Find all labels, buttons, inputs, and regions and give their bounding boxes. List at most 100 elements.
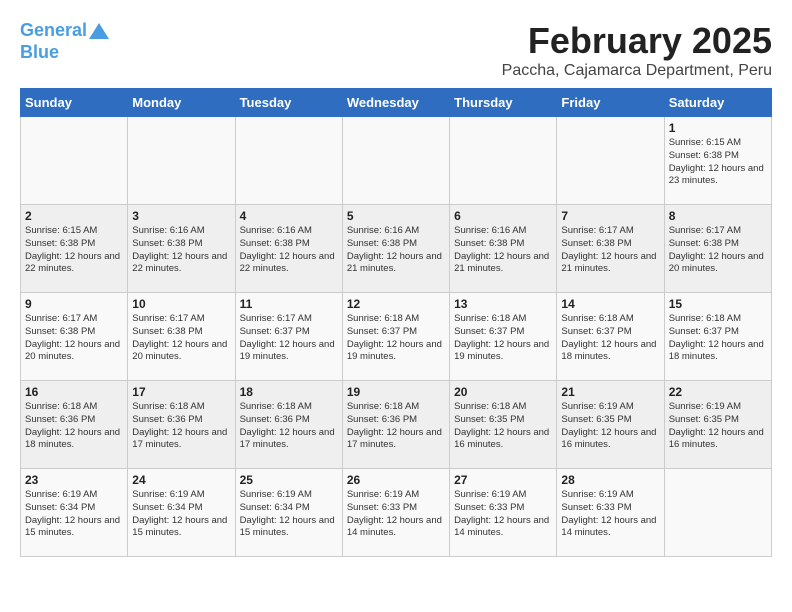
weekday-header-friday: Friday (557, 89, 664, 117)
day-number: 24 (132, 473, 230, 487)
day-info: Sunrise: 6:16 AM Sunset: 6:38 PM Dayligh… (347, 225, 445, 276)
day-info: Sunrise: 6:18 AM Sunset: 6:36 PM Dayligh… (132, 401, 230, 452)
day-info: Sunrise: 6:16 AM Sunset: 6:38 PM Dayligh… (454, 225, 552, 276)
day-number: 6 (454, 209, 552, 223)
calendar-cell: 23 Sunrise: 6:19 AM Sunset: 6:34 PM Dayli… (21, 469, 128, 557)
calendar-cell: 10Sunrise: 6:17 AM Sunset: 6:38 PM Dayli… (128, 293, 235, 381)
day-number: 1 (669, 121, 767, 135)
calendar-cell: 19Sunrise: 6:18 AM Sunset: 6:36 PM Dayli… (342, 381, 449, 469)
calendar-cell: 26 Sunrise: 6:19 AM Sunset: 6:33 PM Dayli… (342, 469, 449, 557)
calendar-cell (450, 117, 557, 205)
day-info: Sunrise: 6:17 AM Sunset: 6:37 PM Dayligh… (240, 313, 338, 364)
calendar-week-row: 1 Sunrise: 6:15 AM Sunset: 6:38 PM Daylig… (21, 117, 772, 205)
calendar-cell: 20Sunrise: 6:18 AM Sunset: 6:35 PM Dayli… (450, 381, 557, 469)
day-info: Sunrise: 6:16 AM Sunset: 6:38 PM Dayligh… (132, 225, 230, 276)
calendar-cell: 2 Sunrise: 6:15 AM Sunset: 6:38 PM Daylig… (21, 205, 128, 293)
day-number: 25 (240, 473, 338, 487)
calendar-week-row: 9 Sunrise: 6:17 AM Sunset: 6:38 PM Daylig… (21, 293, 772, 381)
day-info: Sunrise: 6:17 AM Sunset: 6:38 PM Dayligh… (25, 313, 123, 364)
calendar-cell (557, 117, 664, 205)
day-info: Sunrise: 6:18 AM Sunset: 6:37 PM Dayligh… (561, 313, 659, 364)
calendar-week-row: 23 Sunrise: 6:19 AM Sunset: 6:34 PM Dayli… (21, 469, 772, 557)
day-number: 17 (132, 385, 230, 399)
weekday-header-wednesday: Wednesday (342, 89, 449, 117)
calendar-cell: 4 Sunrise: 6:16 AM Sunset: 6:38 PM Daylig… (235, 205, 342, 293)
logo-blue: Blue (20, 42, 59, 62)
day-info: Sunrise: 6:19 AM Sunset: 6:34 PM Dayligh… (25, 489, 123, 540)
day-info: Sunrise: 6:19 AM Sunset: 6:34 PM Dayligh… (132, 489, 230, 540)
day-number: 16 (25, 385, 123, 399)
day-number: 28 (561, 473, 659, 487)
weekday-header-saturday: Saturday (664, 89, 771, 117)
day-info: Sunrise: 6:18 AM Sunset: 6:36 PM Dayligh… (240, 401, 338, 452)
day-number: 2 (25, 209, 123, 223)
calendar-cell: 6 Sunrise: 6:16 AM Sunset: 6:38 PM Daylig… (450, 205, 557, 293)
calendar-cell: 28Sunrise: 6:19 AM Sunset: 6:33 PM Dayli… (557, 469, 664, 557)
day-number: 23 (25, 473, 123, 487)
calendar-cell: 12 Sunrise: 6:18 AM Sunset: 6:37 PM Dayli… (342, 293, 449, 381)
day-number: 3 (132, 209, 230, 223)
calendar-cell (664, 469, 771, 557)
calendar-cell: 5 Sunrise: 6:16 AM Sunset: 6:38 PM Daylig… (342, 205, 449, 293)
calendar-cell: 8 Sunrise: 6:17 AM Sunset: 6:38 PM Daylig… (664, 205, 771, 293)
weekday-header-sunday: Sunday (21, 89, 128, 117)
calendar-week-row: 16 Sunrise: 6:18 AM Sunset: 6:36 PM Dayli… (21, 381, 772, 469)
day-info: Sunrise: 6:15 AM Sunset: 6:38 PM Dayligh… (669, 137, 767, 188)
day-number: 26 (347, 473, 445, 487)
day-info: Sunrise: 6:16 AM Sunset: 6:38 PM Dayligh… (240, 225, 338, 276)
day-number: 8 (669, 209, 767, 223)
calendar-cell: 7 Sunrise: 6:17 AM Sunset: 6:38 PM Daylig… (557, 205, 664, 293)
calendar-cell: 21 Sunrise: 6:19 AM Sunset: 6:35 PM Dayli… (557, 381, 664, 469)
day-info: Sunrise: 6:18 AM Sunset: 6:37 PM Dayligh… (669, 313, 767, 364)
calendar-cell: 9 Sunrise: 6:17 AM Sunset: 6:38 PM Daylig… (21, 293, 128, 381)
day-info: Sunrise: 6:17 AM Sunset: 6:38 PM Dayligh… (561, 225, 659, 276)
day-number: 21 (561, 385, 659, 399)
day-info: Sunrise: 6:19 AM Sunset: 6:33 PM Dayligh… (347, 489, 445, 540)
day-info: Sunrise: 6:17 AM Sunset: 6:38 PM Dayligh… (669, 225, 767, 276)
day-info: Sunrise: 6:18 AM Sunset: 6:37 PM Dayligh… (347, 313, 445, 364)
calendar-cell: 3 Sunrise: 6:16 AM Sunset: 6:38 PM Daylig… (128, 205, 235, 293)
calendar-table: SundayMondayTuesdayWednesdayThursdayFrid… (20, 88, 772, 557)
calendar-cell: 16Sunrise: 6:18 AM Sunset: 6:36 PM Dayli… (21, 381, 128, 469)
logo-general: General (20, 20, 87, 40)
calendar-cell: 18 Sunrise: 6:18 AM Sunset: 6:36 PM Dayli… (235, 381, 342, 469)
location: Paccha, Cajamarca Department, Peru (20, 62, 772, 80)
day-number: 19 (347, 385, 445, 399)
calendar-cell: 17 Sunrise: 6:18 AM Sunset: 6:36 PM Dayli… (128, 381, 235, 469)
day-number: 14 (561, 297, 659, 311)
day-number: 22 (669, 385, 767, 399)
day-number: 13 (454, 297, 552, 311)
day-number: 12 (347, 297, 445, 311)
day-info: Sunrise: 6:17 AM Sunset: 6:38 PM Dayligh… (132, 313, 230, 364)
day-number: 9 (25, 297, 123, 311)
day-number: 15 (669, 297, 767, 311)
day-info: Sunrise: 6:19 AM Sunset: 6:35 PM Dayligh… (561, 401, 659, 452)
calendar-week-row: 2 Sunrise: 6:15 AM Sunset: 6:38 PM Daylig… (21, 205, 772, 293)
calendar-cell (21, 117, 128, 205)
day-info: Sunrise: 6:18 AM Sunset: 6:37 PM Dayligh… (454, 313, 552, 364)
day-info: Sunrise: 6:19 AM Sunset: 6:35 PM Dayligh… (669, 401, 767, 452)
calendar-cell: 27 Sunrise: 6:19 AM Sunset: 6:33 PM Dayli… (450, 469, 557, 557)
logo: General Blue (20, 20, 109, 63)
calendar-cell: 13 Sunrise: 6:18 AM Sunset: 6:37 PM Dayli… (450, 293, 557, 381)
day-info: Sunrise: 6:15 AM Sunset: 6:38 PM Dayligh… (25, 225, 123, 276)
day-number: 7 (561, 209, 659, 223)
header: February 2025 Paccha, Cajamarca Departme… (20, 20, 772, 80)
weekday-header-monday: Monday (128, 89, 235, 117)
calendar-cell: 25 Sunrise: 6:19 AM Sunset: 6:34 PM Dayli… (235, 469, 342, 557)
calendar-cell: 11Sunrise: 6:17 AM Sunset: 6:37 PM Dayli… (235, 293, 342, 381)
calendar-cell: 1 Sunrise: 6:15 AM Sunset: 6:38 PM Daylig… (664, 117, 771, 205)
day-number: 20 (454, 385, 552, 399)
calendar-cell (342, 117, 449, 205)
day-number: 4 (240, 209, 338, 223)
day-number: 5 (347, 209, 445, 223)
day-number: 27 (454, 473, 552, 487)
calendar-cell (128, 117, 235, 205)
day-number: 18 (240, 385, 338, 399)
day-info: Sunrise: 6:19 AM Sunset: 6:34 PM Dayligh… (240, 489, 338, 540)
weekday-header-row: SundayMondayTuesdayWednesdayThursdayFrid… (21, 89, 772, 117)
weekday-header-thursday: Thursday (450, 89, 557, 117)
day-info: Sunrise: 6:19 AM Sunset: 6:33 PM Dayligh… (454, 489, 552, 540)
calendar-cell (235, 117, 342, 205)
month-year: February 2025 (20, 20, 772, 62)
